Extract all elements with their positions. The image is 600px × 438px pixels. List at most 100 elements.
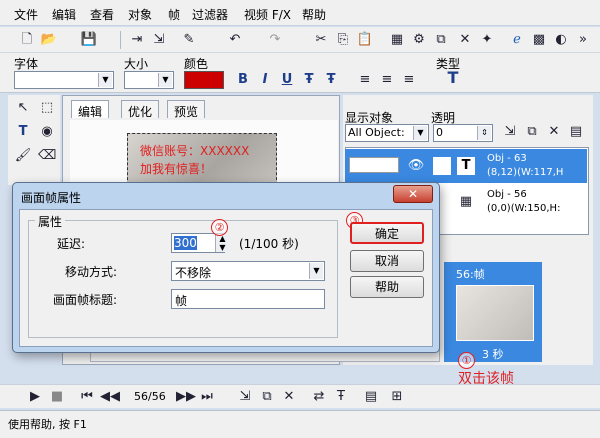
menu-object[interactable]: 对象 bbox=[128, 6, 152, 23]
object-info: (8,12)(W:117,H bbox=[487, 167, 564, 178]
properties-icon[interactable]: ⚙ bbox=[410, 31, 428, 49]
add-frame-icon[interactable]: ⇲ bbox=[236, 388, 254, 406]
new-file-icon[interactable]: 🗋 bbox=[18, 31, 36, 49]
save-icon[interactable]: 💾 bbox=[80, 31, 98, 49]
size-select[interactable]: ▼ bbox=[124, 71, 174, 89]
eraser-icon[interactable]: ⌫ bbox=[38, 147, 56, 165]
open-folder-icon[interactable]: 📂 bbox=[40, 31, 58, 49]
status-text: 使用帮助, 按 F1 bbox=[8, 418, 87, 431]
duplicate-object-icon[interactable]: ⧉ bbox=[523, 123, 541, 141]
canvas-text-line-1: 微信账号：XXXXXX bbox=[140, 144, 250, 158]
last-frame-icon[interactable]: ⏭ bbox=[198, 388, 216, 406]
text-type-icon[interactable]: T bbox=[444, 69, 462, 87]
first-frame-icon[interactable]: ⏮ bbox=[78, 388, 96, 406]
export-frame-icon[interactable]: ⊞ bbox=[388, 388, 406, 406]
delete-icon[interactable]: ✕ bbox=[456, 31, 474, 49]
menu-view[interactable]: 查看 bbox=[90, 6, 114, 23]
ok-button[interactable]: 确定 bbox=[350, 222, 424, 244]
text-style-icon[interactable]: Ŧ bbox=[300, 71, 318, 89]
delay-unit-label: (1/100 秒) bbox=[239, 237, 299, 251]
close-icon[interactable]: ✕ bbox=[393, 185, 433, 203]
spinner-icon[interactable]: ⇕ bbox=[477, 126, 491, 140]
redo-icon[interactable]: ↷ bbox=[266, 31, 284, 49]
move-method-label: 移动方式: bbox=[65, 265, 118, 279]
dialog-body: 属性 延迟: 300 ▲ ▼ ② (1/100 秒) 移动方式: 不移除 ▼ 画面帧… bbox=[19, 209, 433, 347]
menu-edit[interactable]: 编辑 bbox=[52, 6, 76, 23]
crop-icon[interactable]: ⧉ bbox=[432, 31, 450, 49]
export-icon[interactable]: ⇲ bbox=[150, 31, 168, 49]
play-tool-icon[interactable]: ◉ bbox=[38, 123, 56, 141]
step-marker-2: ② bbox=[211, 219, 228, 236]
frame-position: 56/56 bbox=[134, 390, 166, 403]
menu-help[interactable]: 帮助 bbox=[302, 6, 326, 23]
underline-icon[interactable]: U bbox=[278, 71, 296, 89]
color-label: 颜色 bbox=[184, 57, 209, 71]
move-frame-icon[interactable]: ⇄ bbox=[310, 388, 328, 406]
canvas-image[interactable]: 微信账号：XXXXXX 加我有惊喜！ bbox=[127, 133, 277, 185]
chevron-down-icon: ▼ bbox=[98, 73, 112, 87]
object-properties-icon[interactable]: ▤ bbox=[567, 123, 585, 141]
copy-icon[interactable]: ⎘ bbox=[334, 31, 352, 49]
object-info: (0,0)(W:150,H: bbox=[487, 203, 561, 214]
frame-title-input[interactable]: 帧 bbox=[171, 289, 325, 309]
menu-file[interactable]: 文件 bbox=[14, 6, 38, 23]
size-label: 大小 bbox=[124, 57, 149, 71]
cut-icon[interactable]: ✂ bbox=[312, 31, 330, 49]
delay-label: 延迟: bbox=[57, 237, 86, 251]
text-frame-icon[interactable]: Ŧ bbox=[332, 388, 350, 406]
chevron-down-icon: ▼ bbox=[158, 73, 172, 87]
text-outline-icon[interactable]: Ŧ bbox=[322, 71, 340, 89]
group-label: 属性 bbox=[35, 213, 66, 230]
opacity-input[interactable]: 0 ⇕ bbox=[433, 124, 493, 142]
align-left-icon[interactable]: ≡ bbox=[356, 71, 374, 89]
wizard-icon[interactable]: ✦ bbox=[478, 31, 496, 49]
copy-frame-icon[interactable]: ⧉ bbox=[258, 388, 276, 406]
align-right-icon[interactable]: ≡ bbox=[400, 71, 418, 89]
brush-icon[interactable]: 🖌 bbox=[14, 147, 32, 165]
cancel-button[interactable]: 取消 bbox=[350, 250, 424, 272]
menu-bar: 文件 编辑 查看 对象 帧 过滤器 视频 F/X 帮助 bbox=[0, 0, 600, 26]
paste-icon[interactable]: 📋 bbox=[356, 31, 374, 49]
effects-icon[interactable]: ✎ bbox=[180, 31, 198, 49]
help-button[interactable]: 帮助 bbox=[350, 276, 424, 298]
undo-icon[interactable]: ↶ bbox=[226, 31, 244, 49]
frame-icon[interactable]: ▦ bbox=[388, 31, 406, 49]
tab-optimize[interactable]: 优化 bbox=[121, 100, 160, 119]
text-property-bar: 字体 ▼ 大小 ▼ 颜色 B I U Ŧ Ŧ ≡ ≡ ≡ 类型 T bbox=[0, 53, 600, 93]
frame-settings-icon[interactable]: ▤ bbox=[362, 388, 380, 406]
font-select[interactable]: ▼ bbox=[14, 71, 114, 89]
browser-icon[interactable]: ℯ bbox=[508, 31, 526, 49]
text-tool-icon[interactable]: T bbox=[14, 123, 32, 141]
bold-icon[interactable]: B bbox=[234, 71, 252, 89]
list-item[interactable]: 👁 T Obj - 63 (8,12)(W:117,H bbox=[345, 149, 587, 183]
effect-icon[interactable]: ◐ bbox=[552, 31, 570, 49]
status-bar: 使用帮助, 按 F1 bbox=[0, 410, 600, 438]
dialog-title: 画面帧属性 bbox=[21, 191, 82, 205]
add-object-icon[interactable]: ⇲ bbox=[501, 123, 519, 141]
menu-frame[interactable]: 帧 bbox=[168, 6, 180, 23]
delete-object-icon[interactable]: ✕ bbox=[545, 123, 563, 141]
next-frame-icon[interactable]: ▶▶ bbox=[176, 388, 196, 406]
color-swatch[interactable] bbox=[184, 71, 224, 89]
play-icon[interactable]: ▶ bbox=[26, 388, 44, 406]
prev-frame-icon[interactable]: ◀◀ bbox=[100, 388, 120, 406]
move-method-select[interactable]: 不移除 ▼ bbox=[171, 261, 325, 281]
object-filter-select[interactable]: All Object: ▼ bbox=[345, 124, 429, 142]
toolbar-separator bbox=[120, 31, 121, 49]
tab-preview[interactable]: 预览 bbox=[167, 100, 206, 119]
insert-frame-icon[interactable]: ⇥ bbox=[128, 31, 146, 49]
pointer-icon[interactable]: ↖ bbox=[14, 99, 32, 117]
align-center-icon[interactable]: ≡ bbox=[378, 71, 396, 89]
frame-title-label: 画面帧标题: bbox=[53, 293, 118, 307]
menu-filter[interactable]: 过滤器 bbox=[192, 6, 228, 23]
more-icon[interactable]: » bbox=[574, 31, 592, 49]
eye-icon[interactable]: 👁 bbox=[407, 157, 425, 175]
tab-edit[interactable]: 编辑 bbox=[71, 100, 110, 119]
stop-icon[interactable]: ■ bbox=[48, 388, 66, 406]
delay-spinner[interactable]: ▲ ▼ bbox=[215, 234, 229, 252]
grid-icon[interactable]: ▩ bbox=[530, 31, 548, 49]
delete-frame-icon[interactable]: ✕ bbox=[280, 388, 298, 406]
select-rect-icon[interactable]: ⬚ bbox=[38, 99, 56, 117]
italic-icon[interactable]: I bbox=[256, 71, 274, 89]
menu-video-fx[interactable]: 视频 F/X bbox=[244, 6, 291, 23]
